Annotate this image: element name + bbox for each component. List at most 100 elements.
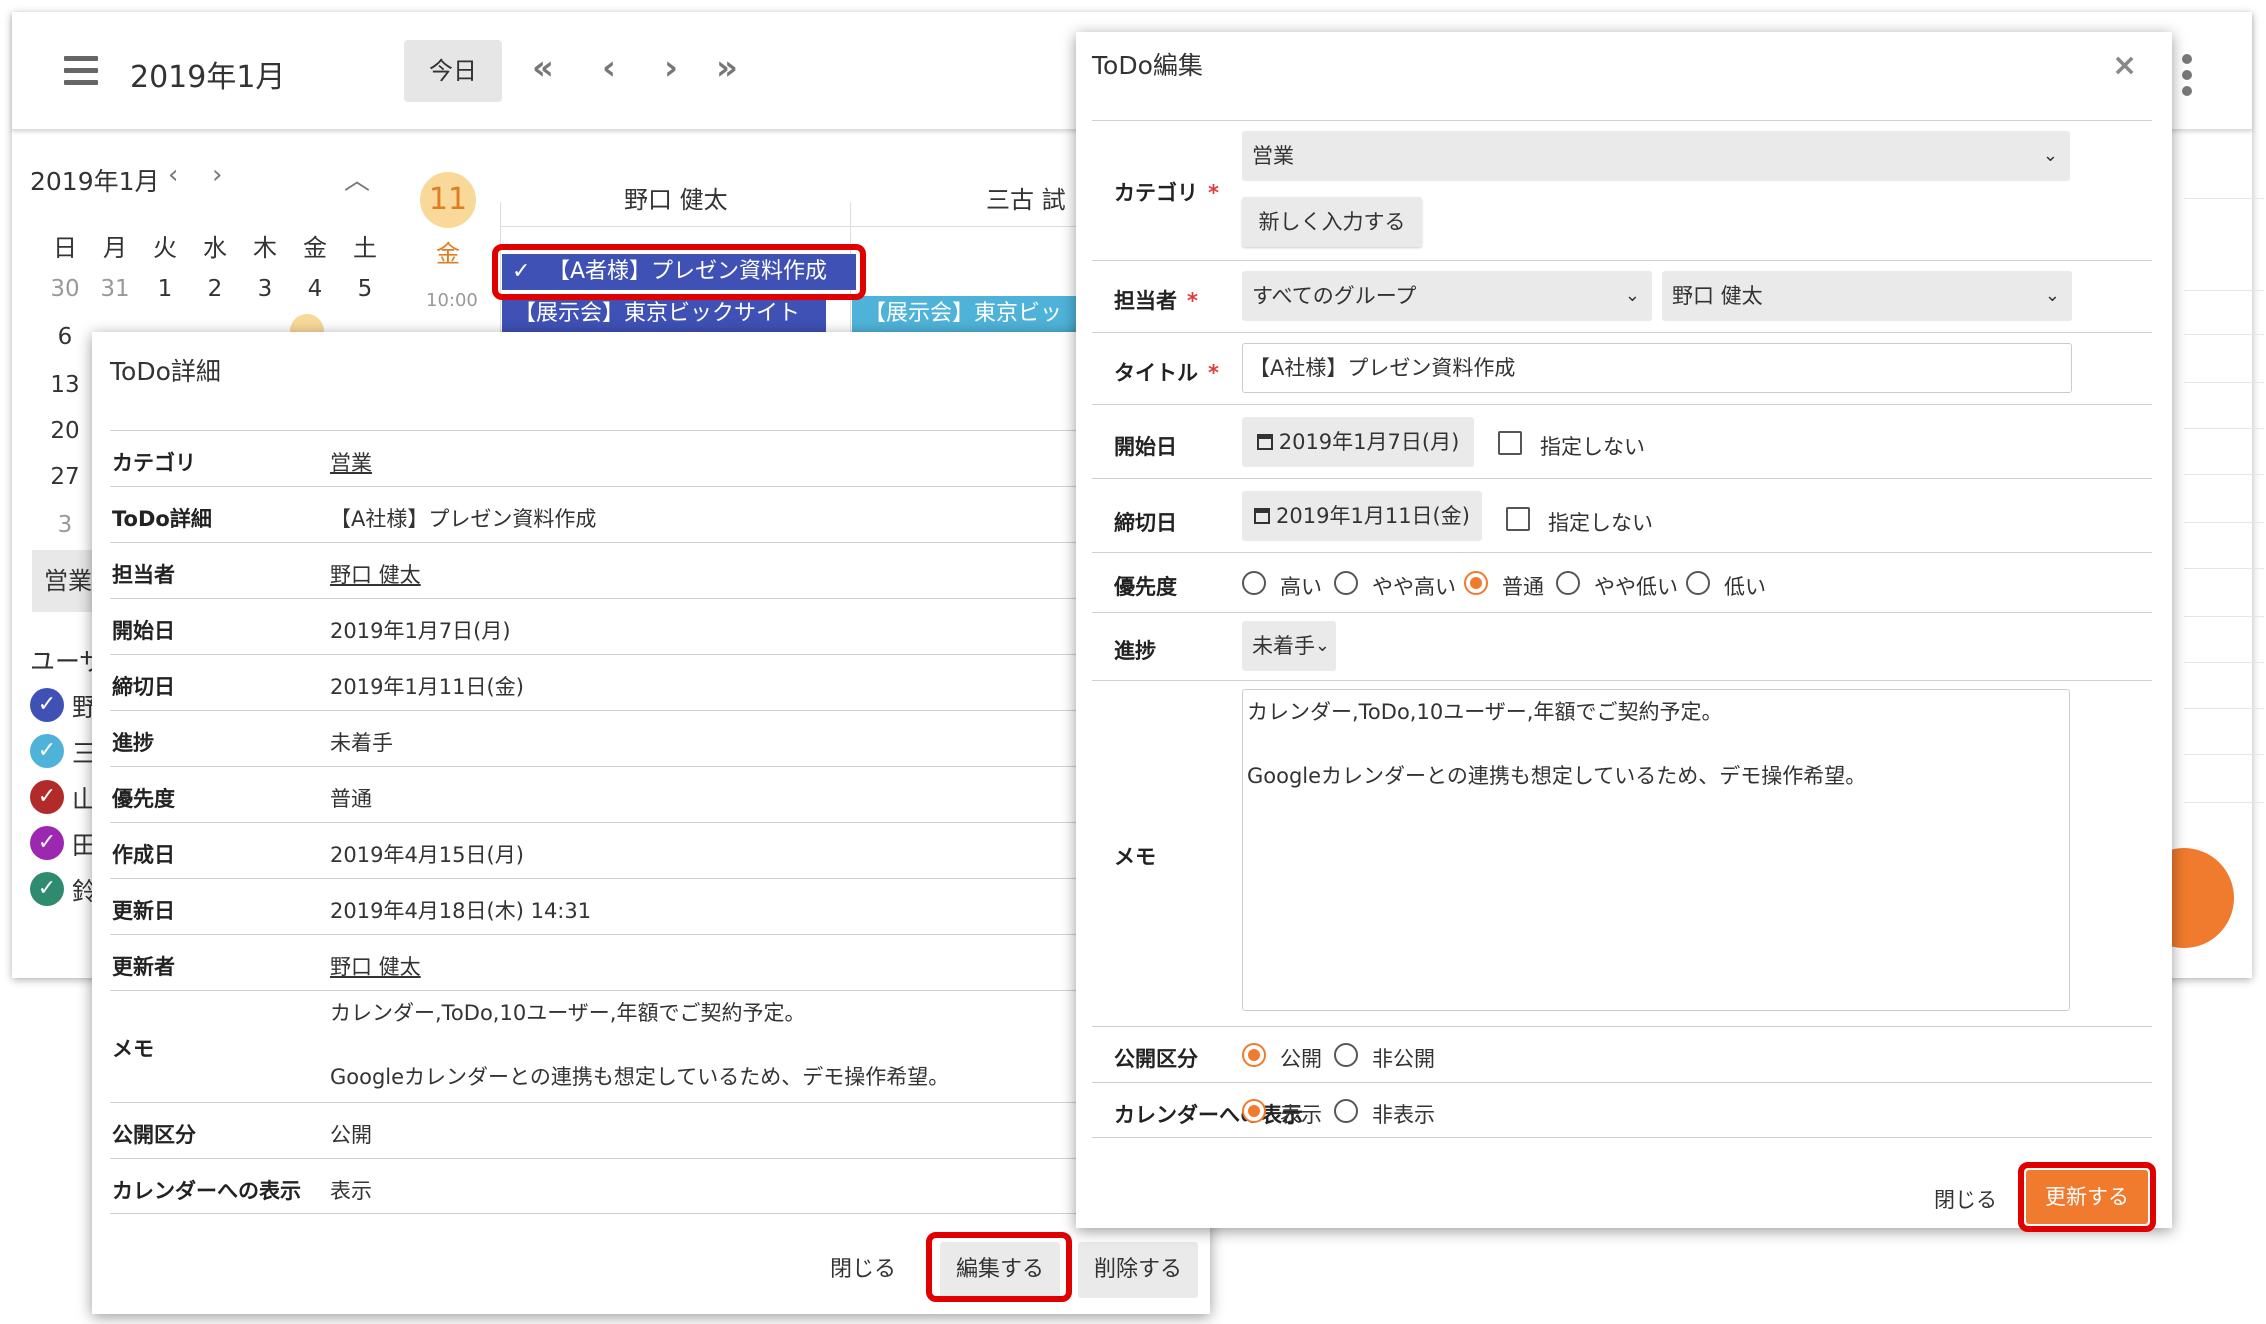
visibility-row: 公開区分 公開 非公開 (1092, 1026, 2152, 1082)
mini-prev-icon[interactable]: ‹ (168, 160, 178, 190)
today-marker (290, 314, 324, 334)
display-radio-show[interactable] (1242, 1099, 1266, 1123)
weekday-mon: 月 (103, 234, 127, 262)
detail-row: カレンダーへの表示 表示 (110, 1158, 1200, 1214)
close-button[interactable]: 閉じる (818, 1242, 908, 1298)
mini-next-icon[interactable]: › (212, 160, 222, 190)
user-check-icon[interactable]: ✓ (30, 688, 64, 722)
radio-label: 公開 (1280, 1047, 1322, 1071)
grid-line (2184, 334, 2264, 335)
due-date-row: 締切日 2019年1月11日(金) 指定しない (1092, 478, 2152, 552)
detail-row: カテゴリ 営業 (110, 430, 1200, 486)
collapse-icon[interactable]: ︿ (344, 160, 370, 197)
assignee-select[interactable]: 野口 健太 ⌄ (1662, 271, 2072, 321)
field-label: 優先度 (1114, 575, 1177, 599)
radio-label: 表示 (1280, 1103, 1322, 1127)
mini-day[interactable]: 2 (192, 276, 238, 302)
memo-textarea[interactable]: カレンダー,ToDo,10ユーザー,年額でご契約予定。 Googleカレンダーと… (1242, 689, 2070, 1011)
category-row: カテゴリ * 営業 ⌄ 新しく入力する (1092, 120, 2152, 260)
priority-radio-mid-low[interactable] (1556, 571, 1580, 595)
weekday-wed: 水 (203, 234, 227, 262)
progress-row: 進捗 未着手 ⌄ (1092, 612, 2152, 680)
user-check-icon[interactable]: ✓ (30, 780, 64, 814)
detail-row: 進捗 未着手 (110, 710, 1200, 766)
detail-value-link[interactable]: 営業 (330, 447, 372, 477)
progress-select[interactable]: 未着手 ⌄ (1242, 621, 1336, 671)
dialog-title: ToDo編集 (1092, 51, 1203, 80)
menu-icon[interactable] (64, 56, 98, 86)
detail-value: 2019年1月11日(金) (330, 675, 524, 699)
mini-day[interactable]: 30 (42, 276, 88, 302)
new-category-button[interactable]: 新しく入力する (1242, 197, 1422, 247)
category-select[interactable]: 営業 ⌄ (1242, 131, 2070, 181)
priority-row: 優先度 高い やや高い 普通 やや低い 低い (1092, 552, 2152, 612)
mini-day[interactable]: 5 (342, 276, 388, 302)
start-date-button[interactable]: 2019年1月7日(月) (1242, 417, 1474, 467)
today-button[interactable]: 今日 (404, 40, 502, 102)
detail-row: 優先度 普通 (110, 766, 1200, 822)
field-label: 進捗 (1114, 639, 1156, 663)
user-check-icon[interactable]: ✓ (30, 872, 64, 906)
detail-memo: カレンダー,ToDo,10ユーザー,年額でご契約予定。 Googleカレンダーと… (330, 1001, 950, 1089)
due-date-button[interactable]: 2019年1月11日(金) (1242, 491, 1482, 541)
detail-row: 更新日 2019年4月18日(木) 14:31 (110, 878, 1200, 934)
user-check-icon[interactable]: ✓ (30, 734, 64, 768)
mini-day[interactable]: 31 (92, 276, 138, 302)
mini-day[interactable]: 1 (142, 276, 188, 302)
highlight-frame (492, 244, 866, 300)
due-unset-checkbox[interactable] (1506, 507, 1530, 531)
mini-day[interactable]: 3 (242, 276, 288, 302)
field-label: 公開区分 (1114, 1047, 1198, 1071)
field-label: タイトル * (1114, 361, 1219, 385)
priority-radio-low[interactable] (1686, 571, 1710, 595)
prev-month-icon[interactable]: « (532, 48, 554, 88)
mini-day[interactable]: 6 (42, 324, 88, 350)
detail-row: 更新者 野口 健太 (110, 934, 1200, 990)
grid-line (2184, 708, 2264, 709)
mini-day[interactable]: 20 (42, 418, 88, 444)
visibility-radio-public[interactable] (1242, 1043, 1266, 1067)
detail-row: メモ カレンダー,ToDo,10ユーザー,年額でご契約予定。 Googleカレン… (110, 990, 1200, 1102)
detail-row: ToDo詳細 【A社様】プレゼン資料作成 (110, 486, 1200, 542)
delete-button[interactable]: 削除する (1078, 1242, 1198, 1298)
priority-radio-high[interactable] (1242, 571, 1266, 595)
detail-label: 進捗 (112, 731, 154, 755)
display-radio-hide[interactable] (1334, 1099, 1358, 1123)
field-label: 開始日 (1114, 435, 1177, 459)
column-header-user: 野口 健太 (624, 186, 728, 214)
checkbox-label: 指定しない (1548, 511, 1653, 535)
title-row: タイトル * 【A社様】プレゼン資料作成 (1092, 332, 2152, 404)
close-button[interactable]: 閉じる (1934, 1184, 1997, 1214)
detail-value: 未着手 (330, 731, 393, 755)
close-icon[interactable]: × (2112, 48, 2137, 83)
title-input[interactable]: 【A社様】プレゼン資料作成 (1242, 343, 2072, 393)
radio-label: 非公開 (1372, 1047, 1435, 1071)
event-expo[interactable]: 【展示会】東京ビッ (852, 296, 1088, 332)
priority-radio-normal[interactable] (1464, 571, 1488, 595)
detail-value-link[interactable]: 野口 健太 (330, 951, 421, 981)
detail-row: 公開区分 公開 (110, 1102, 1200, 1158)
more-menu-icon[interactable] (2182, 54, 2192, 102)
field-label: 担当者 * (1114, 289, 1198, 313)
calendar-title: 2019年1月 (130, 60, 286, 95)
group-select[interactable]: すべてのグループ ⌄ (1242, 271, 1652, 321)
mini-day[interactable]: 4 (292, 276, 338, 302)
mini-day[interactable]: 13 (42, 372, 88, 398)
detail-value: 2019年4月18日(木) 14:31 (330, 899, 592, 923)
visibility-radio-private[interactable] (1334, 1043, 1358, 1067)
weekday-thu: 木 (253, 234, 277, 262)
event-expo[interactable]: 【展示会】東京ビックサイト (502, 296, 826, 332)
grid-line (2184, 198, 2264, 199)
detail-label: カテゴリ (112, 451, 196, 475)
prev-icon[interactable]: ‹ (602, 48, 616, 88)
priority-radio-mid-high[interactable] (1334, 571, 1358, 595)
user-check-icon[interactable]: ✓ (30, 826, 64, 860)
next-icon[interactable]: › (664, 48, 678, 88)
mini-day[interactable]: 27 (42, 464, 88, 490)
day-number-badge[interactable]: 11 (420, 172, 476, 228)
detail-value-link[interactable]: 野口 健太 (330, 559, 421, 589)
start-unset-checkbox[interactable] (1498, 431, 1522, 455)
detail-label: 公開区分 (112, 1123, 196, 1147)
next-month-icon[interactable]: » (716, 48, 738, 88)
mini-day[interactable]: 3 (42, 512, 88, 538)
